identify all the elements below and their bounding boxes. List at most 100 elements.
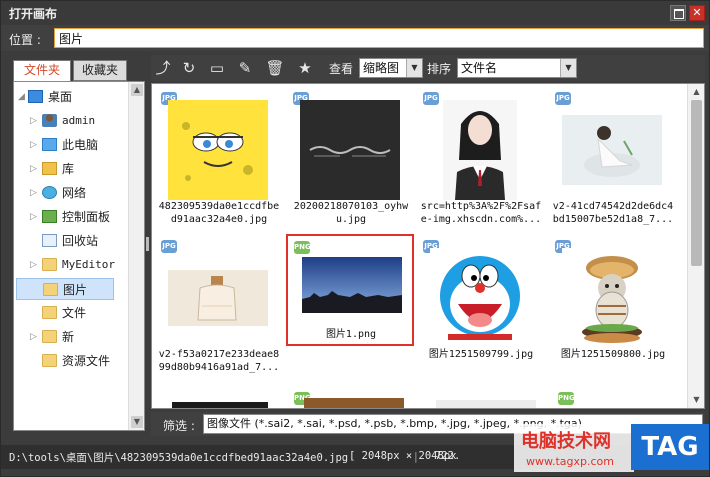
thumbnail-image: [302, 250, 402, 320]
user-icon: [42, 114, 57, 127]
filter-label: 筛选 :: [163, 419, 195, 433]
thumbnail-item[interactable]: JPG 图片1251509799.jpg: [418, 236, 544, 382]
sort-select[interactable]: 文件名 ▼: [457, 58, 577, 78]
thumbnail-item[interactable]: JPG 482309539da0e1ccdfbed91aac32a4e0.jpg: [156, 88, 282, 234]
view-select[interactable]: 缩略图 ▼: [359, 58, 423, 78]
status-separator: |: [414, 450, 418, 463]
thumbnail-item-selected[interactable]: PNG 图片1.png: [286, 234, 414, 346]
thumbnail-image: [430, 248, 530, 348]
desktop-icon: [28, 90, 43, 103]
thumbnail-caption: 482309539da0e1ccdfbed91aac32a4e0.jpg: [158, 201, 280, 225]
thumbnail-item[interactable]: JPG src=http%3A%2F%2Fsafe-img.xhscdn.com…: [418, 88, 544, 234]
tab-folders[interactable]: 文件夹: [13, 60, 71, 82]
rename-icon[interactable]: ✎: [235, 59, 255, 77]
recycle-bin-icon: [42, 234, 57, 247]
expand-arrow-icon[interactable]: ▷: [30, 182, 40, 204]
thumbnail-image: [300, 100, 400, 200]
tree-item-label: 控制面板: [62, 210, 111, 224]
tree-item-recycle-bin[interactable]: 回收站: [14, 230, 128, 252]
scroll-up-icon[interactable]: ▲: [690, 86, 703, 98]
thumbnail-image: [304, 398, 404, 408]
title-bar: 打开画布 ✕: [1, 1, 709, 25]
panel-splitter[interactable]: [146, 237, 149, 251]
up-folder-icon[interactable]: ⤴: [153, 59, 173, 77]
tree-item-pictures[interactable]: 图片: [16, 278, 114, 300]
tree-item-label: 文件: [62, 306, 87, 320]
expand-arrow-icon[interactable]: ▷: [30, 110, 40, 132]
thumbnail-item-partial[interactable]: [160, 390, 270, 408]
thumbnail-image: [168, 248, 268, 348]
expand-arrow-icon[interactable]: ▷: [30, 326, 40, 348]
folder-icon: [42, 354, 57, 367]
watermark-url: www.tagxp.com: [526, 455, 614, 468]
thumbnail-item[interactable]: JPG 图片1251509800.jpg: [550, 236, 676, 382]
refresh-icon[interactable]: ↻: [179, 59, 199, 77]
tree-item-library[interactable]: ▷ 库: [14, 158, 128, 180]
tree-item-desktop[interactable]: ◢ 桌面: [14, 86, 128, 108]
sort-label: 排序: [427, 62, 452, 76]
control-panel-icon: [42, 210, 57, 223]
scroll-down-icon[interactable]: ▼: [131, 416, 143, 428]
tree-item-label: 回收站: [62, 234, 99, 248]
tree-item-label: 桌面: [48, 90, 73, 104]
sort-value: 文件名: [461, 61, 498, 75]
new-folder-icon[interactable]: ▭: [207, 59, 227, 77]
status-path: D:\tools\桌面\图片\482309539da0e1ccdfbed91aa…: [9, 452, 349, 464]
tree-item-label: 库: [62, 162, 75, 176]
thumbnail-grid: JPG 482309539da0e1ccdfbed91aac32a4e0.jpg…: [151, 83, 705, 409]
thumbnail-item-partial[interactable]: PNG: [556, 390, 676, 408]
tree-item-new[interactable]: ▷ 新: [14, 326, 128, 348]
delete-icon[interactable]: 🗑: [265, 59, 285, 77]
expand-arrow-icon[interactable]: ▷: [30, 134, 40, 156]
thumbnail-image: [562, 248, 662, 348]
computer-icon: [42, 138, 57, 151]
folder-panel: 文件夹 收藏夹 ◢ 桌面 ▷ admin ▷ 此电脑 ▷ 库 ▷ 网络 ▷ 控制…: [9, 57, 145, 431]
thumbnail-item[interactable]: JPG v2-41cd74542d2de6dc4bd15007be52d1a8_…: [550, 88, 676, 234]
watermark-title: 电脑技术网: [521, 431, 611, 452]
tab-favorites[interactable]: 收藏夹: [73, 60, 127, 81]
location-label: 位置 :: [9, 33, 41, 47]
folder-icon: [43, 283, 58, 296]
thumbnail-image: [562, 100, 662, 200]
folder-icon: [42, 330, 57, 343]
watermark-tag-logo: TAG: [631, 424, 709, 470]
maximize-button[interactable]: [670, 5, 686, 21]
tree-item-resources[interactable]: 资源文件: [14, 350, 128, 372]
thumbnail-item[interactable]: JPG 20200218070103_oyhwu.jpg: [288, 88, 414, 234]
tree-item-label: MyEditor: [62, 258, 115, 271]
tree-item-label: 资源文件: [62, 354, 111, 368]
expand-arrow-icon[interactable]: ▷: [30, 254, 40, 276]
collapse-arrow-icon[interactable]: ◢: [18, 86, 28, 108]
view-value: 缩略图: [363, 61, 400, 75]
tree-item-files[interactable]: 文件: [14, 302, 128, 324]
scroll-down-icon[interactable]: ▼: [690, 394, 703, 406]
folder-tree: ◢ 桌面 ▷ admin ▷ 此电脑 ▷ 库 ▷ 网络 ▷ 控制面板 回收站 ▷…: [13, 81, 145, 431]
chevron-down-icon[interactable]: ▼: [406, 59, 422, 77]
scroll-up-icon[interactable]: ▲: [131, 84, 143, 96]
window-title: 打开画布: [9, 7, 58, 21]
tree-item-this-pc[interactable]: ▷ 此电脑: [14, 134, 128, 156]
thumbnail-item-partial[interactable]: PNG: [292, 390, 412, 408]
thumbnail-caption: src=http%3A%2F%2Fsafe-img.xhscdn.com%...: [420, 201, 542, 225]
open-canvas-dialog: 打开画布 ✕ 位置 : 文件夹 收藏夹 ◢ 桌面 ▷ admin ▷ 此电脑: [0, 0, 710, 477]
thumbnail-scrollbar[interactable]: ▲ ▼: [687, 84, 704, 408]
thumbnail-item[interactable]: JPG v2-f53a0217e233deae899d80b9416a91ad_…: [156, 236, 282, 382]
tree-item-myeditor[interactable]: ▷ MyEditor: [14, 254, 128, 276]
tree-item-control-panel[interactable]: ▷ 控制面板: [14, 206, 128, 228]
thumbnail-image: [168, 100, 268, 200]
location-input[interactable]: [54, 28, 704, 48]
tree-item-network[interactable]: ▷ 网络: [14, 182, 128, 204]
thumbnail-item-partial[interactable]: [424, 390, 544, 408]
tree-scrollbar[interactable]: ▲ ▼: [128, 82, 144, 430]
thumbnail-image: [436, 400, 536, 408]
chevron-down-icon[interactable]: ▼: [560, 59, 576, 77]
scrollbar-thumb[interactable]: [691, 100, 702, 266]
favorite-star-icon[interactable]: ★: [295, 59, 315, 77]
expand-arrow-icon[interactable]: ▷: [30, 206, 40, 228]
status-filesize: 722.: [435, 450, 461, 462]
thumbnail-caption: 图片1251509799.jpg: [428, 349, 534, 360]
tree-item-admin[interactable]: ▷ admin: [14, 110, 128, 132]
expand-arrow-icon[interactable]: ▷: [30, 158, 40, 180]
thumbnail-caption: 图片1251509800.jpg: [560, 349, 666, 360]
close-button[interactable]: ✕: [689, 5, 705, 21]
